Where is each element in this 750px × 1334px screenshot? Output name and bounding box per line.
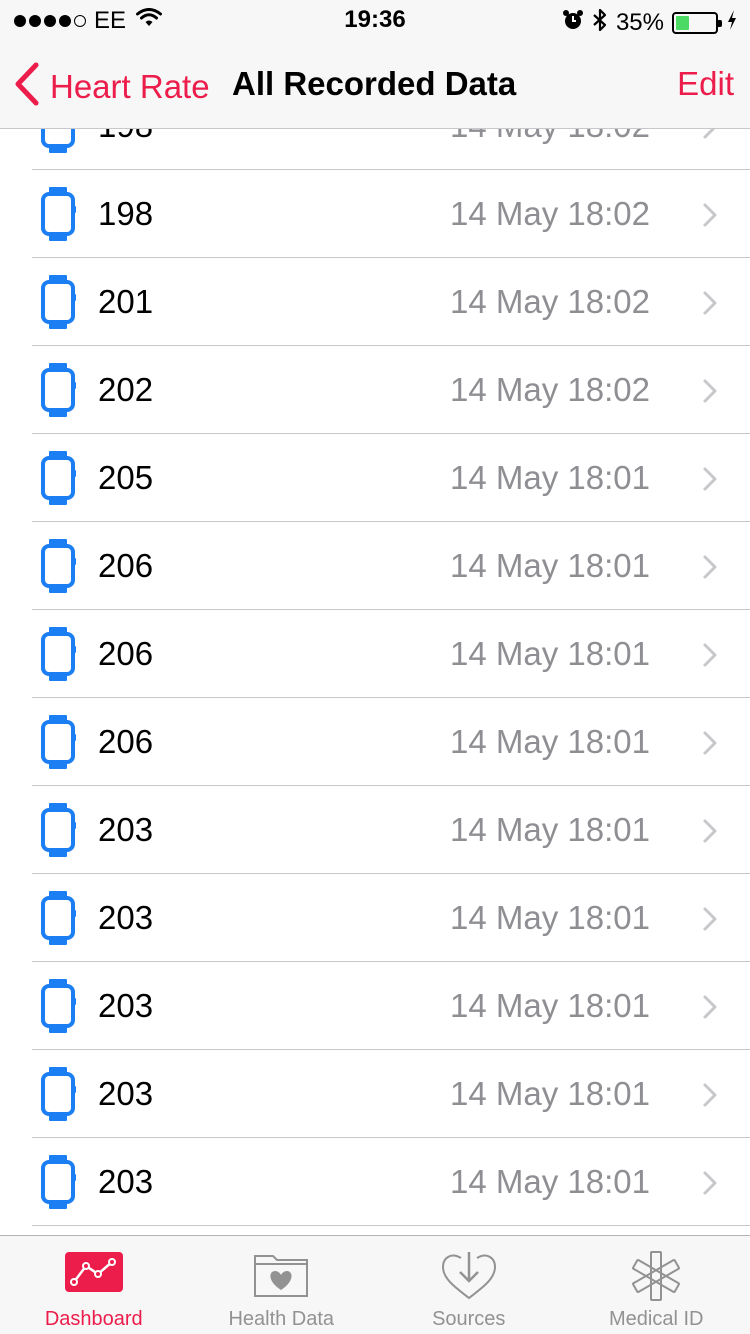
chevron-right-icon (702, 290, 718, 321)
status-bar: EE 19:36 35% (0, 0, 750, 40)
list-item[interactable]: 206 14 May 18:01 (0, 522, 750, 610)
chevron-right-icon (702, 378, 718, 409)
chevron-right-icon (702, 642, 718, 673)
tab-dashboard[interactable]: Dashboard (0, 1236, 188, 1334)
apple-watch-icon (40, 802, 76, 863)
list-item[interactable]: 201 14 May 18:02 (0, 258, 750, 346)
list-item[interactable]: 203 14 May 18:01 (0, 1138, 750, 1226)
bluetooth-icon (592, 8, 608, 37)
battery-level (676, 15, 690, 30)
tab-health-data-label: Health Data (228, 1308, 335, 1330)
recorded-date: 14 May 18:01 (450, 723, 650, 760)
recorded-data-list[interactable]: 198 14 May 18:02 198 14 May 18:02 201 14 May … (0, 129, 750, 1235)
recorded-date: 14 May 18:02 (450, 371, 650, 408)
heart-rate-value: 198 (98, 195, 154, 232)
chevron-right-icon (702, 1170, 718, 1201)
apple-watch-icon (40, 274, 76, 335)
heart-rate-value: 205 (98, 459, 154, 496)
tab-medical-id[interactable]: Medical ID (563, 1236, 750, 1334)
tab-sources[interactable]: Sources (375, 1236, 563, 1334)
back-button[interactable]: Heart Rate (14, 62, 210, 111)
recorded-date: 14 May 18:01 (450, 1075, 650, 1112)
status-right: 35% (562, 8, 738, 37)
chevron-right-icon (702, 466, 718, 497)
battery-percentage: 35% (615, 8, 664, 36)
edit-button[interactable]: Edit (677, 64, 734, 104)
recorded-date: 14 May 18:01 (450, 547, 650, 584)
recorded-date: 14 May 18:01 (450, 811, 650, 848)
list-item[interactable]: 203 14 May 18:01 (0, 786, 750, 874)
tab-dashboard-label: Dashboard (44, 1308, 143, 1330)
charging-icon (726, 9, 738, 36)
list-item[interactable]: 203 14 May 18:01 (0, 1050, 750, 1138)
heart-rate-value: 202 (98, 371, 154, 408)
list-item[interactable]: 198 14 May 18:02 (0, 129, 750, 170)
apple-watch-icon (40, 978, 76, 1039)
apple-watch-icon (40, 450, 76, 511)
heart-rate-value: 201 (98, 283, 154, 320)
tab-medical-id-label: Medical ID (609, 1308, 704, 1330)
heart-rate-value: 203 (98, 811, 154, 848)
recorded-date: 14 May 18:01 (450, 459, 650, 496)
list-item[interactable]: 206 14 May 18:01 (0, 610, 750, 698)
heart-rate-value: 206 (98, 547, 154, 584)
chevron-right-icon (702, 1082, 718, 1113)
tab-health-data[interactable]: Health Data (188, 1236, 376, 1334)
recorded-date: 14 May 18:01 (450, 987, 650, 1024)
tab-sources-label: Sources (432, 1308, 506, 1330)
chevron-right-icon (702, 554, 718, 585)
list-item[interactable]: 198 14 May 18:02 (0, 170, 750, 258)
alarm-icon (562, 9, 584, 36)
list-item[interactable]: 203 14 May 18:01 (0, 962, 750, 1050)
chevron-right-icon (702, 994, 718, 1025)
heart-rate-value: 198 (98, 129, 153, 146)
apple-watch-icon (40, 129, 76, 159)
recorded-date: 14 May 18:01 (450, 1163, 650, 1200)
back-button-label: Heart Rate (50, 67, 210, 105)
heart-rate-value: 206 (98, 723, 154, 760)
sources-icon (441, 1250, 497, 1305)
list-item[interactable]: 203 14 May 18:01 (0, 874, 750, 962)
heart-rate-value: 203 (98, 987, 154, 1024)
apple-watch-icon (40, 1066, 76, 1127)
dashboard-icon (64, 1250, 124, 1299)
apple-watch-icon (40, 362, 76, 423)
tab-bar: Dashboard Health Data Sources Medical ID (0, 1235, 750, 1334)
recorded-date: 14 May 18:02 (450, 283, 650, 320)
recorded-date: 14 May 18:01 (450, 635, 650, 672)
list-item[interactable]: 202 14 May 18:02 (0, 346, 750, 434)
apple-watch-icon (40, 714, 76, 775)
heart-rate-value: 203 (98, 1163, 154, 1200)
row-separator (32, 1225, 750, 1226)
apple-watch-icon (40, 626, 76, 687)
heart-rate-value: 206 (98, 635, 154, 672)
apple-watch-icon (40, 538, 76, 599)
chevron-right-icon (702, 730, 718, 761)
chevron-right-icon (702, 906, 718, 937)
chevron-right-icon (702, 202, 718, 233)
apple-watch-icon (40, 186, 76, 247)
page-title: All Recorded Data (232, 65, 517, 102)
chevron-right-icon (702, 818, 718, 849)
recorded-date: 14 May 18:01 (450, 899, 650, 936)
apple-watch-icon (40, 890, 76, 951)
list-item[interactable]: 205 14 May 18:01 (0, 434, 750, 522)
recorded-data-list-content: 198 14 May 18:02 198 14 May 18:02 201 14 May … (0, 129, 750, 1226)
health-data-icon (253, 1250, 309, 1303)
heart-rate-value: 203 (98, 1075, 154, 1112)
navigation-bar: Heart Rate All Recorded Data Edit (0, 40, 750, 129)
heart-rate-value: 203 (98, 899, 154, 936)
recorded-date: 14 May 18:02 (450, 129, 650, 146)
recorded-date: 14 May 18:02 (450, 195, 650, 232)
chevron-right-icon (702, 129, 718, 145)
battery-icon (672, 11, 722, 34)
apple-watch-icon (40, 1154, 76, 1215)
medical-id-icon (630, 1250, 682, 1307)
chevron-left-icon (14, 62, 40, 111)
list-item[interactable]: 206 14 May 18:01 (0, 698, 750, 786)
